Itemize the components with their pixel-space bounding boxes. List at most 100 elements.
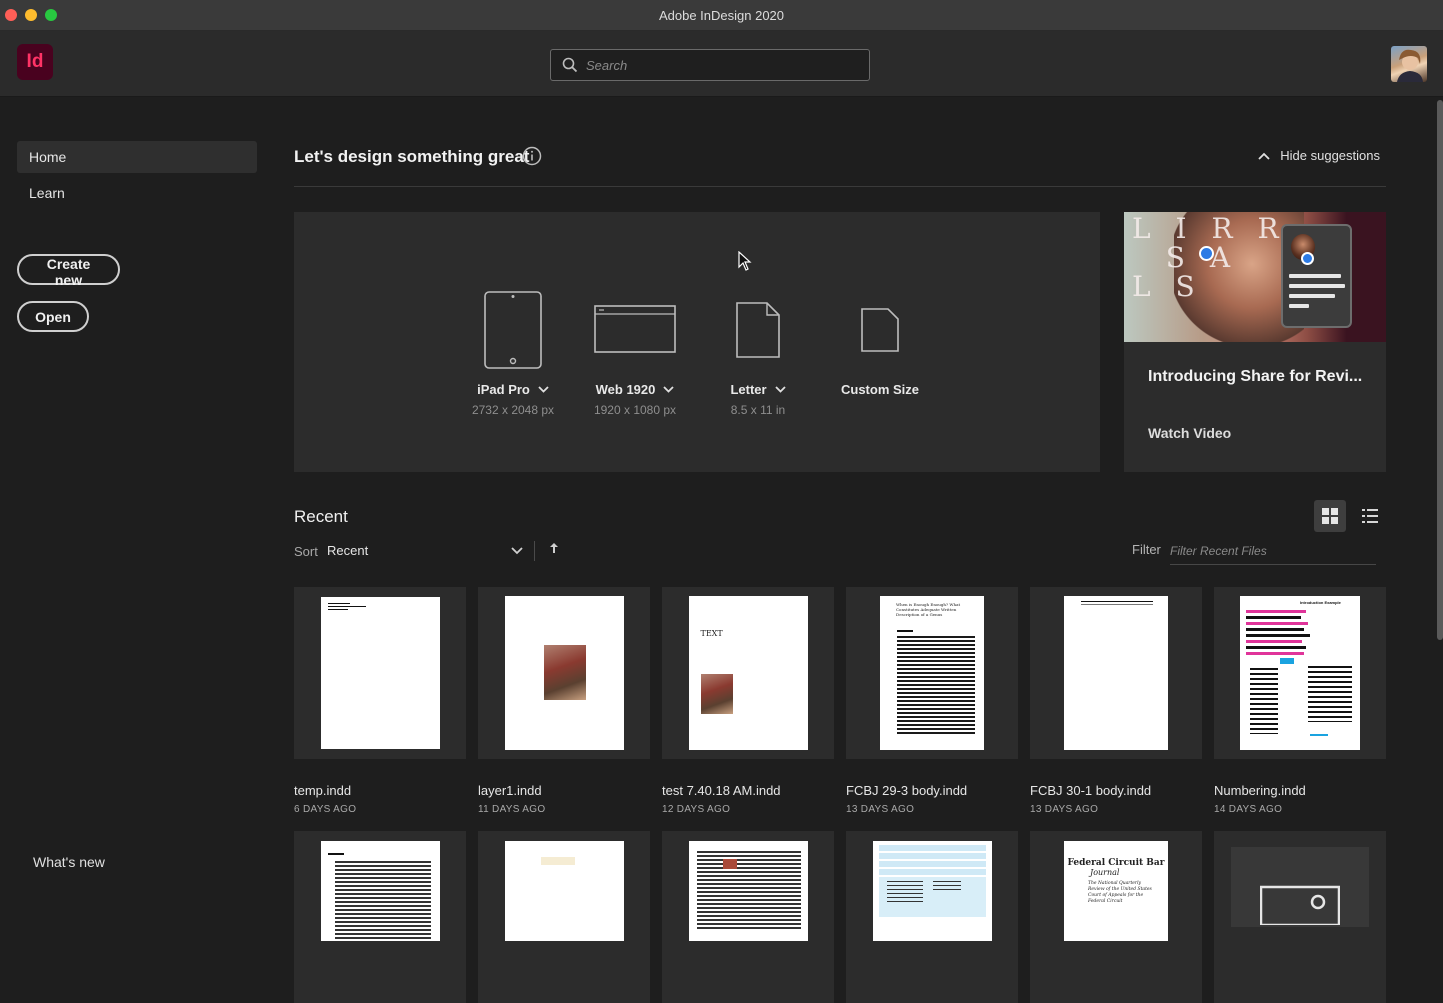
preset-ipad-pro[interactable]: iPad Pro 2732 x 2048 px (453, 290, 573, 417)
file-thumbnail: Federal Circuit Bar Journal The National… (1030, 831, 1202, 1003)
file-name: Numbering.indd (1214, 783, 1306, 798)
image-placeholder-icon (1260, 885, 1340, 925)
recent-file-card[interactable]: temp.indd 6 DAYS AGO (294, 587, 466, 815)
recent-file-card[interactable] (1214, 831, 1386, 1003)
chevron-down-icon[interactable] (663, 386, 675, 393)
grid-icon (1322, 508, 1338, 524)
sort-dropdown[interactable]: Recent (327, 539, 523, 563)
promo-title: Introducing Share for Revi... (1148, 368, 1363, 385)
file-thumbnail: TEXT (662, 587, 834, 759)
chevron-up-icon (1258, 152, 1270, 160)
preset-name: Web 1920 (595, 382, 656, 397)
whats-new-link[interactable]: What's new (33, 854, 105, 870)
file-thumbnail (294, 831, 466, 1003)
file-thumbnail (294, 587, 466, 759)
recent-file-card[interactable]: Federal Circuit Bar Journal The National… (1030, 831, 1202, 1003)
watch-video-link[interactable]: Watch Video (1148, 425, 1231, 441)
browser-window-icon (594, 305, 676, 353)
sort-label: Sort (294, 544, 318, 559)
preset-name: Letter (730, 382, 767, 397)
filter-input[interactable] (1170, 537, 1376, 565)
file-thumbnail (846, 831, 1018, 1003)
divider (534, 541, 535, 561)
preset-name: iPad Pro (477, 382, 530, 397)
hide-suggestions-button[interactable]: Hide suggestions (1258, 148, 1380, 163)
thumbnail-text: The National Quarterly Review of the Uni… (1088, 881, 1152, 904)
search-icon (562, 57, 578, 73)
preset-name: Custom Size (840, 382, 919, 397)
preset-custom-size[interactable]: Custom Size (820, 290, 940, 403)
promo-image: L I R R S AL S (1124, 212, 1386, 342)
file-name: FCBJ 29-3 body.indd (846, 783, 968, 798)
list-icon (1362, 509, 1378, 523)
search-input[interactable] (586, 50, 856, 80)
chevron-down-icon[interactable] (538, 386, 549, 393)
user-avatar[interactable] (1391, 46, 1427, 82)
mouse-cursor-icon (738, 251, 752, 271)
file-date: 13 DAYS AGO (1030, 804, 1099, 815)
recent-file-card[interactable] (478, 831, 650, 1003)
open-button[interactable]: Open (17, 301, 89, 332)
file-date: 13 DAYS AGO (846, 804, 915, 815)
window-title: Adobe InDesign 2020 (658, 8, 785, 23)
sort-value: Recent (327, 543, 369, 558)
file-date: 14 DAYS AGO (1214, 804, 1283, 815)
window-titlebar: Adobe InDesign 2020 (0, 0, 1443, 31)
file-name: temp.indd (294, 783, 352, 798)
recent-file-card[interactable]: layer1.indd 11 DAYS AGO (478, 587, 650, 815)
preset-dimensions: 1920 x 1080 px (593, 403, 677, 417)
filter-label: Filter (1132, 542, 1161, 557)
recent-file-card[interactable]: Introduction Example Numbering.indd 14 D… (1214, 587, 1386, 815)
thumbnail-text: Journal (1090, 868, 1120, 877)
file-thumbnail: When is Enough Enough? What Constitutes … (846, 587, 1018, 759)
document-icon (861, 308, 899, 352)
app-header: Id (0, 31, 1443, 97)
indesign-logo[interactable]: Id (17, 44, 53, 80)
chevron-down-icon[interactable] (774, 386, 786, 393)
divider (294, 186, 1386, 187)
file-name: layer1.indd (478, 783, 542, 798)
preset-dimensions: 2732 x 2048 px (471, 403, 555, 417)
main-content: Let's design something great Hide sugges… (294, 97, 1386, 1003)
recent-heading: Recent (294, 507, 348, 526)
thumbnail-text: Federal Circuit Bar (1067, 858, 1165, 868)
file-name: test 7.40.18 AM.indd (662, 783, 781, 798)
document-icon (736, 302, 780, 358)
sidebar-item-home[interactable]: Home (17, 141, 257, 173)
chevron-down-icon (511, 547, 523, 555)
preset-dimensions: 8.5 x 11 in (730, 403, 786, 417)
presets-panel: iPad Pro 2732 x 2048 px Web 1920 1920 x … (294, 212, 1100, 472)
file-date: 11 DAYS AGO (478, 804, 546, 815)
recent-file-card[interactable]: TEXT test 7.40.18 AM.indd 12 DAYS AGO (662, 587, 834, 815)
vertical-scrollbar[interactable] (1437, 100, 1443, 640)
promo-card[interactable]: L I R R S AL S Introducing Share for Rev… (1124, 212, 1386, 472)
create-new-button[interactable]: Create new (17, 254, 120, 288)
file-thumbnail: Introduction Example (1214, 587, 1386, 759)
sidebar: Home Learn Create new Open What's new (0, 97, 275, 917)
file-date: 12 DAYS AGO (662, 804, 731, 815)
thumbnail-text: TEXT (700, 629, 723, 638)
thumbnail-text: Introduction Example (1300, 600, 1341, 605)
recent-file-card[interactable] (662, 831, 834, 1003)
search-box[interactable] (550, 49, 870, 81)
recent-file-card[interactable]: FCBJ 30-1 body.indd 13 DAYS AGO (1030, 587, 1202, 815)
file-thumbnail (1214, 831, 1386, 1003)
thumbnail-text: When is Enough Enough? What Constitutes … (896, 602, 961, 617)
info-icon[interactable] (522, 146, 542, 166)
file-thumbnail (478, 587, 650, 759)
grid-view-button[interactable] (1314, 500, 1346, 532)
file-thumbnail (662, 831, 834, 1003)
sort-ascending-icon[interactable] (550, 543, 558, 553)
hide-suggestions-label: Hide suggestions (1280, 148, 1380, 163)
recent-file-card[interactable] (294, 831, 466, 1003)
list-view-button[interactable] (1354, 500, 1386, 532)
file-thumbnail (1030, 587, 1202, 759)
preset-letter[interactable]: Letter 8.5 x 11 in (698, 290, 818, 417)
recent-file-card[interactable] (846, 831, 1018, 1003)
file-thumbnail (478, 831, 650, 1003)
sidebar-item-learn[interactable]: Learn (17, 177, 257, 209)
recent-file-card[interactable]: When is Enough Enough? What Constitutes … (846, 587, 1018, 815)
tablet-icon (484, 291, 542, 369)
preset-web-1920[interactable]: Web 1920 1920 x 1080 px (575, 290, 695, 417)
file-name: FCBJ 30-1 body.indd (1030, 783, 1152, 798)
